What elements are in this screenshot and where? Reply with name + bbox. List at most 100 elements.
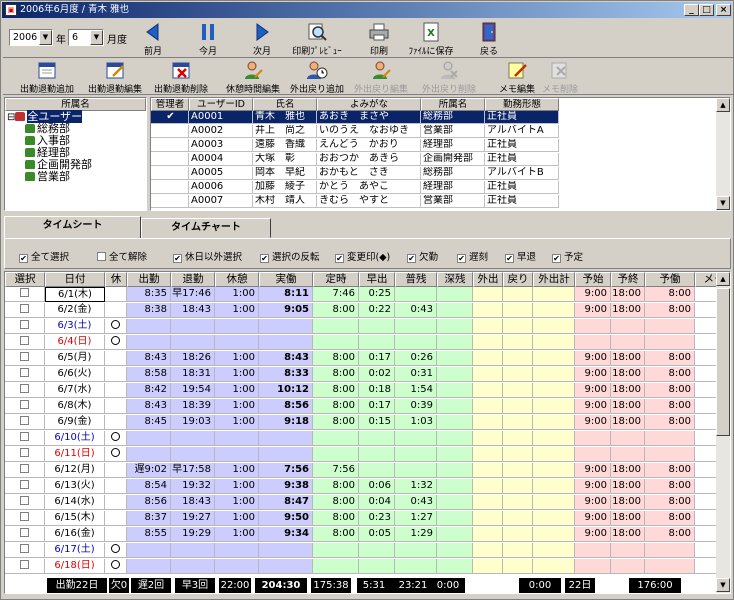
row-checkbox[interactable] — [20, 512, 29, 521]
filter-checkbox[interactable]: ✔ 遅刻 — [457, 249, 488, 263]
tab-timesheet[interactable]: タイムシート — [4, 216, 141, 239]
checkbox-icon[interactable]: ✔ — [407, 254, 416, 263]
tree-node[interactable]: 入事部 — [5, 135, 146, 147]
timesheet-scrollbar[interactable]: ▲ ▼ — [716, 272, 730, 593]
timesheet-cell[interactable] — [5, 511, 45, 526]
outadd-button[interactable]: 外出戻り追加 — [285, 60, 349, 95]
row-checkbox[interactable] — [20, 352, 29, 361]
row-checkbox[interactable] — [20, 304, 29, 313]
timesheet-cell[interactable] — [5, 351, 45, 366]
row-checkbox[interactable] — [20, 320, 29, 329]
timesheet-cell[interactable] — [5, 543, 45, 558]
row-checkbox[interactable] — [20, 288, 29, 297]
scroll-down-icon[interactable]: ▼ — [716, 196, 730, 210]
tree-node[interactable]: 総務部 — [5, 123, 146, 135]
outdel-button[interactable]: 外出戻り削除 — [417, 60, 481, 95]
rest-button[interactable]: 休憩時間編集 — [221, 60, 285, 95]
user-row[interactable]: A0003 遠藤 香織 えんどう かおり 経理部 正社員 — [151, 139, 559, 152]
timesheet-cell[interactable] — [5, 399, 45, 414]
checkbox-icon[interactable]: ✔ — [260, 254, 269, 263]
user-row[interactable]: A0002 井上 尚之 いのうえ なおゆき 営業部 アルバイトA — [151, 125, 559, 138]
dropdown-arrow-icon[interactable]: ▼ — [39, 30, 52, 45]
year-select[interactable]: 2006 ▼ — [9, 29, 53, 46]
timesheet-cell[interactable] — [5, 447, 45, 462]
minimize-button[interactable]: _ — [684, 4, 699, 16]
prev-button[interactable]: 前月 — [135, 21, 171, 57]
next-button[interactable]: 次月 — [244, 21, 280, 57]
today-button[interactable]: 今月 — [190, 21, 226, 57]
row-checkbox[interactable] — [20, 528, 29, 537]
collapse-icon[interactable]: ⊟ — [7, 112, 15, 123]
filter-checkbox[interactable]: ✔ 変更印(◆) — [335, 249, 390, 263]
checkbox-icon[interactable]: ✔ — [505, 254, 514, 263]
timesheet-cell[interactable] — [5, 527, 45, 542]
tab-timechart[interactable]: タイムチャート — [141, 218, 271, 238]
timesheet-cell: 18:00 — [611, 511, 645, 526]
row-checkbox[interactable] — [20, 496, 29, 505]
edit-button[interactable]: 出勤退勤編集 — [83, 60, 147, 95]
row-checkbox[interactable] — [20, 368, 29, 377]
timesheet-cell[interactable] — [5, 559, 45, 574]
row-checkbox[interactable] — [20, 480, 29, 489]
user-row[interactable]: A0007 木村 靖人 きむら やすと 営業部 正社員 — [151, 195, 559, 208]
row-checkbox[interactable] — [20, 432, 29, 441]
tree-node[interactable]: 企画開発部 — [5, 159, 146, 171]
row-checkbox[interactable] — [20, 400, 29, 409]
checkbox-icon[interactable]: ✔ — [173, 254, 182, 263]
checkbox-icon[interactable]: ✔ — [457, 254, 466, 263]
user-row[interactable]: A0004 大塚 彰おおつか あきら 企画開発部 正社員 — [151, 153, 559, 166]
row-checkbox[interactable] — [20, 544, 29, 553]
month-select[interactable]: 6 ▼ — [68, 29, 104, 46]
timesheet-cell[interactable] — [5, 463, 45, 478]
scroll-up-icon[interactable]: ▲ — [716, 98, 730, 112]
scroll-thumb[interactable] — [716, 288, 730, 436]
print-button[interactable]: 印刷 — [361, 21, 397, 57]
close-button[interactable]: × — [716, 4, 731, 16]
filter-checkbox[interactable]: ✔ 早退 — [505, 249, 536, 263]
row-checkbox[interactable] — [20, 448, 29, 457]
memodel-button[interactable]: メモ削除 — [535, 60, 585, 95]
maximize-button[interactable]: □ — [699, 4, 714, 16]
user-row[interactable]: A0005 岡本 早紀 おかもと さき 総務部 アルバイトB — [151, 167, 559, 180]
row-checkbox[interactable] — [20, 464, 29, 473]
checkbox-icon[interactable]: ✔ — [552, 254, 561, 263]
checkbox-icon[interactable]: ✔ — [19, 254, 28, 263]
filter-checkbox[interactable]: 全て解除 — [97, 249, 147, 263]
outedit-button[interactable]: 外出戻り編集 — [349, 60, 413, 95]
checkbox-icon[interactable]: ✔ — [335, 254, 344, 263]
timesheet-cell[interactable] — [5, 415, 45, 430]
timesheet-cell[interactable] — [5, 303, 45, 318]
user-row[interactable]: A0006 加藤 綾子 かとう あやこ 経理部 正社員 — [151, 181, 559, 194]
save-button[interactable]: X ﾌｧｲﾙに保存 — [403, 21, 459, 57]
row-checkbox[interactable] — [20, 384, 29, 393]
timesheet-cell[interactable] — [5, 319, 45, 334]
user-list-scrollbar[interactable]: ▲ ▼ — [716, 98, 730, 210]
checkbox-icon[interactable] — [97, 252, 106, 261]
back-button[interactable]: 戻る — [471, 21, 507, 57]
dropdown-arrow-icon[interactable]: ▼ — [90, 30, 103, 45]
timesheet-cell[interactable] — [5, 287, 45, 302]
scroll-down-icon[interactable]: ▼ — [716, 578, 730, 592]
timesheet-cell[interactable] — [5, 495, 45, 510]
row-checkbox[interactable] — [20, 560, 29, 569]
user-row[interactable]: ✔ A0001 青木 雅也 あおき まさや 総務部 正社員 — [151, 111, 559, 124]
scroll-up-icon[interactable]: ▲ — [716, 272, 730, 286]
row-checkbox[interactable] — [20, 336, 29, 345]
timesheet-cell[interactable] — [5, 335, 45, 350]
tree-node[interactable]: 営業部 — [5, 171, 146, 183]
timesheet-cell[interactable] — [5, 383, 45, 398]
delete-button[interactable]: 出勤退勤削除 — [149, 60, 213, 95]
filter-checkbox[interactable]: ✔ 欠勤 — [407, 249, 438, 263]
timesheet-cell[interactable] — [5, 431, 45, 446]
row-checkbox[interactable] — [20, 416, 29, 425]
filter-checkbox[interactable]: ✔ 全て選択 — [19, 249, 69, 263]
timesheet-cell — [645, 319, 695, 334]
filter-checkbox[interactable]: ✔ 予定 — [552, 249, 583, 263]
timesheet-cell[interactable] — [5, 367, 45, 382]
filter-checkbox[interactable]: ✔ 休日以外選択 — [173, 249, 242, 263]
preview-button[interactable]: 印刷ﾌﾟﾚﾋﾞｭｰ — [287, 21, 347, 57]
timesheet-cell[interactable] — [5, 479, 45, 494]
filter-checkbox[interactable]: ✔ 選択の反転 — [260, 249, 320, 263]
add-button[interactable]: 出勤退勤追加 — [15, 60, 79, 95]
tree-node[interactable]: ⊟ 全ユーザー — [5, 110, 146, 123]
